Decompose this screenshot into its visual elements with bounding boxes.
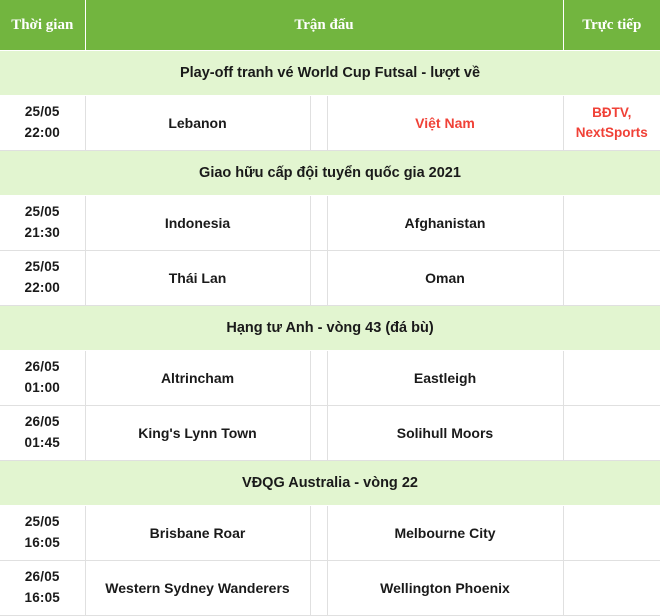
table-row[interactable]: 26/05 01:00 Altrincham Eastleigh xyxy=(0,350,660,406)
match-clock: 22:00 xyxy=(24,280,61,295)
match-time-cell: 25/05 21:30 xyxy=(0,195,86,251)
score-separator-cell xyxy=(309,560,328,616)
competition-title: Hạng tư Anh - vòng 43 (đá bù) xyxy=(0,305,660,351)
table-row[interactable]: 25/05 22:00 Lebanon Việt Nam BĐTV, NextSports xyxy=(0,95,660,151)
match-time-cell: 25/05 16:05 xyxy=(0,505,86,561)
column-header-match: Trận đấu xyxy=(85,0,564,51)
match-time-cell: 26/05 01:00 xyxy=(0,350,86,406)
broadcast-channel-cell[interactable] xyxy=(562,405,660,461)
home-team-cell[interactable]: Thái Lan xyxy=(84,250,311,306)
away-team-cell[interactable]: Solihull Moors xyxy=(326,405,564,461)
header-row: Thời gian Trận đấu Trực tiếp xyxy=(0,0,660,51)
home-team-cell[interactable]: Altrincham xyxy=(84,350,311,406)
match-clock: 01:00 xyxy=(24,380,61,395)
home-team-cell[interactable]: King's Lynn Town xyxy=(84,405,311,461)
match-time-cell: 25/05 22:00 xyxy=(0,250,86,306)
away-team-cell[interactable]: Eastleigh xyxy=(326,350,564,406)
table-row[interactable]: 26/05 16:05 Western Sydney Wanderers Wellin… xyxy=(0,560,660,616)
competition-title: VĐQG Australia - vòng 22 xyxy=(0,460,660,506)
broadcast-channel: NextSports xyxy=(575,125,648,140)
table-row[interactable]: 26/05 01:45 King's Lynn Town Solihull Moors xyxy=(0,405,660,461)
match-clock: 16:05 xyxy=(24,535,61,550)
score-separator-cell xyxy=(309,505,328,561)
competition-section-header: Play-off tranh vé World Cup Futsal - lượ… xyxy=(0,50,660,96)
score-separator-cell xyxy=(309,195,328,251)
broadcast-channel: BĐTV, xyxy=(592,104,632,120)
match-clock: 01:45 xyxy=(24,435,61,450)
competition-title: Giao hữu cấp đội tuyển quốc gia 2021 xyxy=(0,150,660,196)
competition-section-header: Hạng tư Anh - vòng 43 (đá bù) xyxy=(0,305,660,351)
score-separator-cell xyxy=(309,350,328,406)
match-schedule-table: Thời gian Trận đấu Trực tiếp Play-off tr… xyxy=(0,0,660,616)
away-team-cell[interactable]: Wellington Phoenix xyxy=(326,560,564,616)
column-header-time: Thời gian xyxy=(0,0,86,51)
table-row[interactable]: 25/05 22:00 Thái Lan Oman xyxy=(0,250,660,306)
match-time-cell: 26/05 16:05 xyxy=(0,560,86,616)
table-header: Thời gian Trận đấu Trực tiếp xyxy=(0,0,660,51)
table-row[interactable]: 25/05 16:05 Brisbane Roar Melbourne City xyxy=(0,505,660,561)
score-separator-cell xyxy=(309,95,328,151)
broadcast-channel-cell[interactable] xyxy=(562,195,660,251)
away-team-cell[interactable]: Oman xyxy=(326,250,564,306)
broadcast-channel-cell[interactable]: BĐTV, NextSports xyxy=(562,95,660,151)
table-row[interactable]: 25/05 21:30 Indonesia Afghanistan xyxy=(0,195,660,251)
match-date: 26/05 xyxy=(24,414,60,430)
home-team-cell[interactable]: Lebanon xyxy=(84,95,311,151)
competition-section-header: Giao hữu cấp đội tuyển quốc gia 2021 xyxy=(0,150,660,196)
match-date: 25/05 xyxy=(24,514,60,530)
competition-section-header: VĐQG Australia - vòng 22 xyxy=(0,460,660,506)
match-date: 26/05 xyxy=(24,569,60,585)
table-body: Play-off tranh vé World Cup Futsal - lượ… xyxy=(0,50,660,616)
home-team-cell[interactable]: Western Sydney Wanderers xyxy=(84,560,311,616)
match-date: 25/05 xyxy=(24,259,60,275)
broadcast-channel-cell[interactable] xyxy=(562,505,660,561)
match-date: 26/05 xyxy=(24,359,60,375)
competition-title: Play-off tranh vé World Cup Futsal - lượ… xyxy=(0,50,660,96)
match-time-cell: 25/05 22:00 xyxy=(0,95,86,151)
home-team-cell[interactable]: Indonesia xyxy=(84,195,311,251)
match-date: 25/05 xyxy=(24,104,60,120)
away-team-cell[interactable]: Afghanistan xyxy=(326,195,564,251)
broadcast-channel-cell[interactable] xyxy=(562,560,660,616)
broadcast-channel-cell[interactable] xyxy=(562,250,660,306)
home-team-cell[interactable]: Brisbane Roar xyxy=(84,505,311,561)
match-clock: 22:00 xyxy=(24,125,61,140)
score-separator-cell xyxy=(309,250,328,306)
away-team-cell[interactable]: Melbourne City xyxy=(326,505,564,561)
match-time-cell: 26/05 01:45 xyxy=(0,405,86,461)
match-clock: 21:30 xyxy=(24,225,61,240)
away-team-cell[interactable]: Việt Nam xyxy=(326,95,564,151)
score-separator-cell xyxy=(309,405,328,461)
column-header-tv: Trực tiếp xyxy=(563,0,660,51)
match-clock: 16:05 xyxy=(24,590,61,605)
broadcast-channel-cell[interactable] xyxy=(562,350,660,406)
match-date: 25/05 xyxy=(24,204,60,220)
